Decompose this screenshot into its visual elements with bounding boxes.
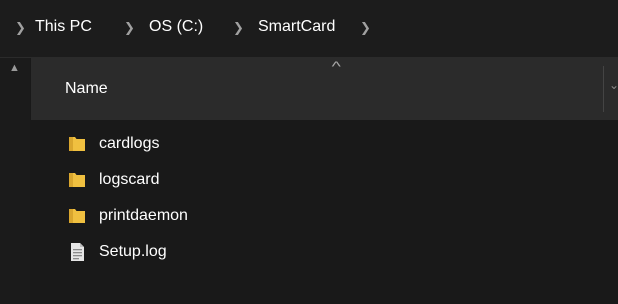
breadcrumb-item-os-c[interactable]: OS (C:) — [149, 18, 203, 36]
sort-ascending-icon: ^ — [331, 58, 341, 74]
column-header-name[interactable]: Name ^ ⌄ — [31, 58, 618, 120]
list-item[interactable]: printdaemon — [67, 203, 587, 229]
chevron-down-icon[interactable]: ⌄ — [609, 78, 618, 92]
column-header-label: Name — [65, 80, 108, 97]
item-name: printdaemon — [99, 207, 188, 224]
list-item[interactable]: Setup.log — [67, 239, 587, 265]
list-item[interactable]: cardlogs — [67, 131, 587, 157]
chevron-right-icon[interactable]: ❯ — [360, 20, 371, 36]
text-file-icon — [71, 243, 84, 261]
scroll-up-icon[interactable]: ▲ — [9, 62, 20, 74]
item-name: cardlogs — [99, 135, 160, 152]
item-name: logscard — [99, 171, 160, 188]
item-name: Setup.log — [99, 243, 167, 260]
folder-icon — [69, 173, 85, 187]
breadcrumb-item-this-pc[interactable]: This PC — [35, 18, 92, 36]
navigation-pane-scrollbar[interactable]: ▲ — [0, 58, 30, 304]
breadcrumb: ❯ This PC ❯ OS (C:) ❯ SmartCard ❯ — [0, 0, 618, 58]
chevron-right-icon[interactable]: ❯ — [15, 20, 26, 36]
column-divider[interactable] — [603, 66, 604, 112]
chevron-right-icon[interactable]: ❯ — [124, 20, 135, 36]
folder-icon — [69, 137, 85, 151]
list-item[interactable]: logscard — [67, 167, 587, 193]
chevron-right-icon[interactable]: ❯ — [233, 20, 244, 36]
file-list: Name ^ ⌄ cardlogs logscard printdaemon S… — [31, 58, 618, 304]
breadcrumb-item-smartcard[interactable]: SmartCard — [258, 18, 335, 36]
folder-icon — [69, 209, 85, 223]
